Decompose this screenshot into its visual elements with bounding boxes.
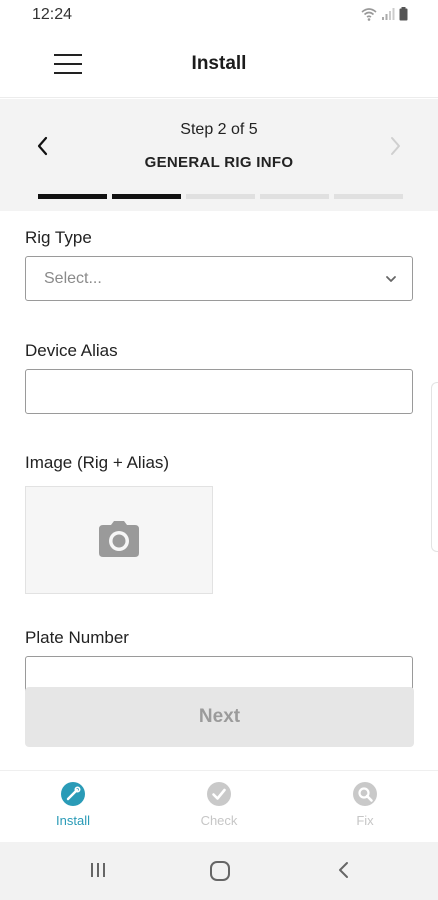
progress-segment [334,194,403,199]
rig-type-label: Rig Type [25,228,92,247]
step-progress-bar [38,194,403,199]
chevron-right-icon [391,137,400,155]
image-upload[interactable] [25,486,213,594]
device-alias-label: Device Alias [25,341,118,360]
check-icon [207,782,231,806]
bottom-tab-bar: Install Check Fix [0,770,438,840]
tab-check-label: Check [200,813,238,828]
signal-icon [382,8,395,20]
tab-fix[interactable]: Fix [315,781,415,837]
next-button[interactable]: Next [25,687,414,747]
back-icon[interactable] [334,860,354,880]
plate-number-label: Plate Number [25,628,129,647]
tab-fix-label: Fix [356,813,374,828]
rig-type-placeholder: Select... [44,270,102,287]
step-title: GENERAL RIG INFO [144,154,294,171]
image-label: Image (Rig + Alias) [25,453,170,472]
progress-segment [186,194,255,199]
camera-icon [99,521,139,557]
tab-install[interactable]: Install [23,781,123,837]
tab-install-label: Install [56,813,90,828]
fix-icon [353,782,377,806]
recent-apps-icon[interactable] [88,860,108,880]
progress-segment [112,194,181,199]
page-title: Install [191,53,247,74]
device-alias-input[interactable] [25,369,413,414]
step-counter: Step 2 of 5 [180,121,258,138]
chevron-down-icon [386,276,396,282]
scroll-indicator[interactable] [431,382,438,552]
app-header: Install [0,30,438,98]
home-icon[interactable] [209,860,231,882]
status-bar: 12:24 [0,0,438,30]
install-icon [61,782,85,806]
battery-icon [399,7,408,21]
wifi-icon [361,8,377,21]
stepper: Step 2 of 5 GENERAL RIG INFO [0,99,438,211]
progress-segment [38,194,107,199]
rig-type-select[interactable]: Select... [25,256,413,301]
next-step-button[interactable] [380,129,410,163]
tab-check[interactable]: Check [169,781,269,837]
progress-segment [260,194,329,199]
status-icons [361,7,408,21]
system-navigation-bar [0,842,438,900]
status-time: 12:24 [32,6,73,23]
